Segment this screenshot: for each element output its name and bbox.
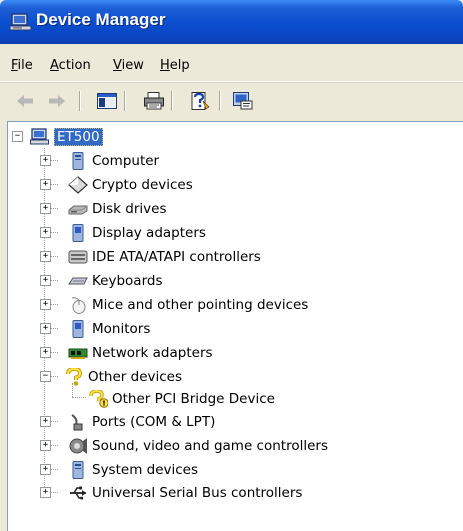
expand-toggle[interactable]: +: [40, 227, 51, 238]
tree-item-mice[interactable]: Mice and other pointing devices: [68, 294, 308, 316]
usb-icon: [70, 486, 86, 500]
tree-item-network-adapters[interactable]: Network adapters: [68, 342, 213, 364]
menu-action[interactable]: Action: [50, 58, 91, 73]
tree-root[interactable]: ET500: [30, 126, 103, 148]
title-bar[interactable]: Device Manager: [0, 0, 463, 44]
tree-item-crypto-devices[interactable]: Crypto devices: [68, 174, 193, 196]
network-adapter-icon: [68, 348, 88, 359]
unknown-device-icon: [66, 368, 83, 386]
tree-item-ide-controllers[interactable]: IDE ATA/ATAPI controllers: [68, 246, 261, 268]
expand-toggle[interactable]: +: [40, 440, 51, 451]
expand-toggle[interactable]: +: [40, 416, 51, 427]
warning-unknown-device-icon: [89, 390, 108, 408]
menu-bar: File Action View Help: [0, 44, 463, 82]
expand-toggle[interactable]: +: [40, 275, 51, 286]
print-icon[interactable]: [143, 90, 165, 112]
menu-file[interactable]: File: [11, 58, 33, 73]
tree-line: [72, 397, 86, 398]
disk-drive-icon: [68, 205, 88, 215]
expand-toggle[interactable]: +: [40, 179, 51, 190]
toolbar-separator: [79, 91, 81, 111]
expand-toggle[interactable]: +: [40, 487, 51, 498]
collapse-toggle[interactable]: −: [12, 131, 23, 142]
expand-toggle[interactable]: +: [40, 347, 51, 358]
help-icon[interactable]: [189, 90, 211, 112]
collapse-toggle[interactable]: −: [40, 371, 51, 382]
forward-arrow-icon[interactable]: [46, 90, 68, 112]
monitor-icon: [72, 320, 84, 338]
monitor-icon: [72, 224, 84, 242]
properties-icon[interactable]: [232, 90, 254, 112]
tree-item-system-devices[interactable]: System devices: [68, 459, 198, 481]
toolbar: [0, 82, 463, 119]
ide-controller-icon: [68, 250, 88, 264]
port-icon: [71, 414, 83, 431]
toolbar-separator: [171, 91, 173, 111]
toolbar-separator: [124, 91, 126, 111]
back-arrow-icon[interactable]: [14, 90, 36, 112]
menu-view[interactable]: View: [113, 58, 144, 73]
toolbar-separator: [219, 91, 221, 111]
expand-toggle[interactable]: +: [40, 251, 51, 262]
tree-item-disk-drives[interactable]: Disk drives: [68, 198, 167, 220]
expand-toggle[interactable]: +: [40, 203, 51, 214]
tree-item-usb-controllers[interactable]: Universal Serial Bus controllers: [68, 482, 302, 504]
menu-help[interactable]: Help: [160, 58, 190, 73]
diamond-icon: [68, 176, 88, 194]
tree-item-sound-video[interactable]: Sound, video and game controllers: [68, 435, 328, 457]
tree-item-monitors[interactable]: Monitors: [68, 318, 150, 340]
tree-item-keyboards[interactable]: Keyboards: [68, 270, 163, 292]
computer-icon: [72, 461, 84, 479]
expand-toggle[interactable]: +: [40, 323, 51, 334]
tree-item-ports[interactable]: Ports (COM & LPT): [68, 411, 215, 433]
expand-toggle[interactable]: +: [40, 464, 51, 475]
keyboard-icon: [68, 277, 88, 285]
expand-toggle[interactable]: +: [40, 299, 51, 310]
computer-icon: [72, 152, 84, 170]
expand-toggle[interactable]: +: [40, 155, 51, 166]
tree-item-computer[interactable]: Computer: [68, 150, 159, 172]
tree-item-other-pci-bridge[interactable]: Other PCI Bridge Device: [88, 388, 275, 410]
tree-item-display-adapters[interactable]: Display adapters: [68, 222, 206, 244]
computer-icon: [30, 128, 49, 145]
sound-icon: [69, 438, 87, 454]
device-manager-icon: [10, 13, 32, 31]
show-hide-console-tree-icon[interactable]: [96, 90, 118, 112]
tree-item-other-devices[interactable]: Other devices: [64, 366, 182, 388]
mouse-icon: [71, 297, 86, 314]
device-tree[interactable]: − ET500 + Computer + Crypto devices + Di…: [7, 121, 463, 531]
window-title: Device Manager: [36, 10, 166, 29]
